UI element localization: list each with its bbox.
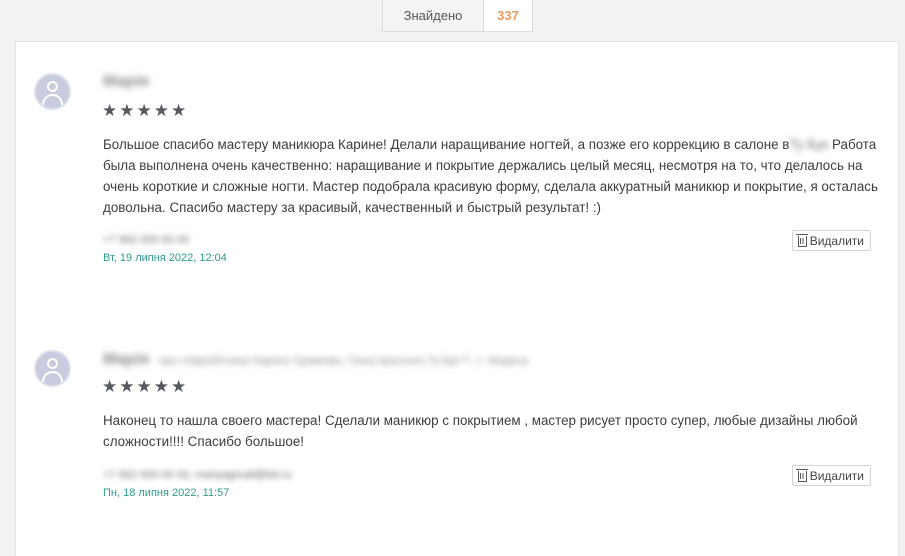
review-contact: +7 962 000 00 00, mariyagmail@list.ru <box>103 469 292 481</box>
reviews-panel: Марія ★ ★ ★ ★ ★ Большое спасибо мастеру … <box>15 41 899 556</box>
review-text: Наконец то нашла своего мастера! Сделали… <box>103 413 858 449</box>
star-icon: ★ <box>102 101 118 121</box>
found-count: 337 <box>484 0 532 31</box>
review-author: Марія про співробітника Карина Гурамова, … <box>103 351 528 368</box>
avatar <box>34 350 71 387</box>
search-result-bar: Знайдено 337 <box>382 0 533 32</box>
found-label: Знайдено <box>383 0 484 31</box>
user-icon <box>47 81 58 92</box>
star-icon: ★ <box>136 377 152 397</box>
rating-stars: ★ ★ ★ ★ ★ <box>102 103 186 120</box>
star-icon: ★ <box>171 377 187 397</box>
star-icon: ★ <box>153 101 169 121</box>
star-icon: ★ <box>171 101 187 121</box>
review-author: Марія <box>103 73 149 90</box>
delete-button[interactable]: Видалити <box>791 230 871 251</box>
hidden-salon-name: Ту Бук <box>789 137 829 152</box>
star-icon: ★ <box>102 377 118 397</box>
rating-stars: ★ ★ ★ ★ ★ <box>102 379 186 396</box>
trash-icon <box>796 233 809 247</box>
trash-icon <box>796 468 809 482</box>
avatar <box>34 73 71 110</box>
review-date: Вт, 19 липня 2022, 12:04 <box>103 252 227 264</box>
review-date: Пн, 18 липня 2022, 11:57 <box>103 487 230 499</box>
user-icon <box>47 358 58 369</box>
review-contact: +7 962 000 00 00 <box>103 234 189 246</box>
star-icon: ★ <box>153 377 169 397</box>
review-text: Большое спасибо мастеру маникюра Карине!… <box>103 137 878 215</box>
star-icon: ★ <box>136 101 152 121</box>
star-icon: ★ <box>119 377 135 397</box>
star-icon: ★ <box>119 101 135 121</box>
delete-button[interactable]: Видалити <box>791 465 871 486</box>
